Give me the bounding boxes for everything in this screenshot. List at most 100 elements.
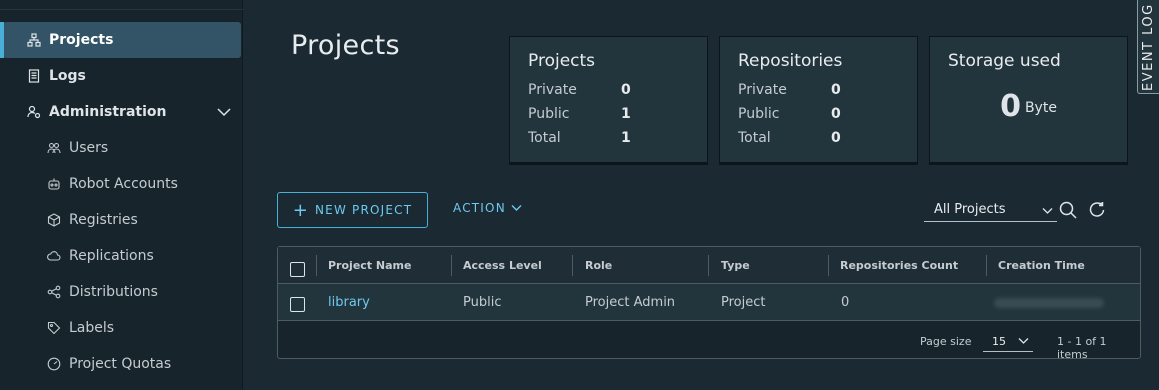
sidebar-item-administration[interactable]: Administration	[0, 94, 243, 130]
sidebar-item-registries[interactable]: Registries	[0, 202, 243, 238]
table-row[interactable]: library Public Project Admin Project 0	[278, 284, 1140, 321]
summary-label: Total	[528, 130, 561, 146]
sidebar-item-replications[interactable]: Replications	[0, 238, 243, 274]
action-dropdown-button[interactable]: ACTION	[453, 201, 522, 215]
table-footer: Page size 15 1 - 1 of 1 items	[278, 322, 1140, 361]
storage-used-value: 0 Byte	[930, 89, 1127, 124]
redacted-value	[994, 297, 1104, 308]
column-header-project-name[interactable]: Project Name	[316, 247, 451, 284]
projects-icon	[27, 33, 41, 47]
action-label: ACTION	[453, 201, 506, 215]
distributions-icon	[47, 285, 61, 299]
access-level-cell: Public	[463, 295, 502, 310]
summary-row-total: Total 1	[528, 130, 638, 146]
labels-icon	[47, 321, 61, 335]
sidebar-item-label: Replications	[69, 248, 154, 264]
summary-label: Private	[738, 82, 787, 98]
refresh-icon[interactable]	[1089, 201, 1106, 222]
column-header-repositories-count[interactable]: Repositories Count	[828, 247, 986, 284]
summary-value: 1	[621, 130, 631, 146]
repositories-summary-card: Repositories Private 0 Public 0 Total 0	[719, 36, 918, 163]
type-cell: Project	[721, 295, 766, 310]
quotas-icon	[47, 357, 61, 371]
sidebar-item-robot-accounts[interactable]: Robot Accounts	[0, 166, 243, 202]
summary-label: Public	[738, 106, 780, 122]
sidebar-item-projects[interactable]: Projects	[0, 22, 241, 58]
sidebar-item-label: Project Quotas	[69, 356, 172, 372]
column-label: Creation Time	[998, 259, 1085, 272]
sidebar-item-label: Administration	[49, 104, 167, 120]
sidebar-item-label: Logs	[49, 68, 86, 84]
page-title: Projects	[291, 30, 400, 61]
summary-value: 0	[831, 82, 841, 98]
page-size-value: 15	[992, 335, 1006, 348]
summary-label: Private	[528, 82, 577, 98]
summary-row-private: Private 0	[528, 82, 638, 98]
creation-time-cell	[994, 284, 1104, 321]
sidebar: Projects Logs Administration Users Robot…	[0, 0, 243, 390]
sidebar-item-users[interactable]: Users	[0, 130, 243, 166]
summary-value: 0	[831, 106, 841, 122]
sidebar-item-logs[interactable]: Logs	[0, 58, 243, 94]
event-log-tab[interactable]: EVENT LOG	[1137, 0, 1159, 94]
chevron-down-icon	[1042, 204, 1053, 219]
column-header-creation-time[interactable]: Creation Time	[986, 247, 1140, 284]
card-title: Projects	[528, 51, 596, 71]
storage-unit: Byte	[1024, 100, 1057, 116]
event-log-label: EVENT LOG	[1141, 3, 1156, 91]
column-label: Type	[721, 259, 750, 272]
sidebar-item-label: Projects	[49, 32, 114, 48]
column-header-access-level[interactable]: Access Level	[451, 247, 572, 284]
row-checkbox[interactable]	[290, 297, 305, 312]
project-name-link[interactable]: library	[328, 284, 370, 321]
sidebar-item-project-quotas[interactable]: Project Quotas	[0, 346, 243, 382]
sidebar-item-label: Labels	[69, 320, 115, 336]
summary-row-public: Public 1	[528, 106, 638, 122]
card-title: Storage used	[948, 51, 1061, 71]
new-project-label: NEW PROJECT	[315, 203, 413, 217]
pagination-info: 1 - 1 of 1 items	[1057, 335, 1107, 361]
projects-table: Project Name Access Level Role Type Repo…	[277, 246, 1141, 361]
chevron-down-icon	[1018, 335, 1029, 348]
sidebar-item-label: Distributions	[69, 284, 158, 300]
page-size-label: Page size	[920, 335, 972, 348]
project-filter-select[interactable]: All Projects	[924, 200, 1057, 222]
projects-summary-card: Projects Private 0 Public 1 Total 1	[509, 36, 708, 163]
summary-label: Total	[738, 130, 771, 146]
column-label: Access Level	[463, 259, 542, 272]
sidebar-item-labels[interactable]: Labels	[0, 310, 243, 346]
logs-icon	[27, 69, 41, 83]
replications-icon	[47, 249, 61, 263]
sidebar-item-label: Registries	[69, 212, 138, 228]
column-header-role[interactable]: Role	[572, 247, 708, 284]
storage-summary-card: Storage used 0 Byte	[929, 36, 1128, 163]
project-name[interactable]: library	[328, 295, 370, 310]
role-cell: Project Admin	[585, 295, 676, 310]
robot-icon	[47, 177, 61, 191]
chevron-down-icon[interactable]	[217, 105, 231, 121]
administration-icon	[27, 105, 41, 119]
column-label: Project Name	[328, 259, 412, 272]
sidebar-item-label: Users	[69, 140, 109, 156]
select-all-checkbox[interactable]	[290, 262, 305, 277]
summary-value: 0	[831, 130, 841, 146]
page-size-select[interactable]: 15	[983, 332, 1033, 352]
sidebar-divider	[0, 9, 243, 10]
new-project-button[interactable]: + NEW PROJECT	[277, 192, 428, 228]
summary-row-public: Public 0	[738, 106, 848, 122]
search-icon[interactable]	[1059, 201, 1077, 223]
card-title: Repositories	[738, 51, 843, 71]
plus-icon: +	[292, 199, 309, 221]
table-header: Project Name Access Level Role Type Repo…	[278, 247, 1140, 284]
column-label: Repositories Count	[840, 259, 959, 272]
sidebar-item-label: Robot Accounts	[69, 176, 178, 192]
summary-value: 0	[621, 82, 631, 98]
column-label: Role	[585, 259, 613, 272]
summary-label: Public	[528, 106, 570, 122]
chevron-down-icon	[511, 201, 522, 215]
summary-value: 1	[621, 106, 631, 122]
summary-row-private: Private 0	[738, 82, 848, 98]
summary-row-total: Total 0	[738, 130, 848, 146]
sidebar-item-distributions[interactable]: Distributions	[0, 274, 243, 310]
column-header-type[interactable]: Type	[708, 247, 828, 284]
